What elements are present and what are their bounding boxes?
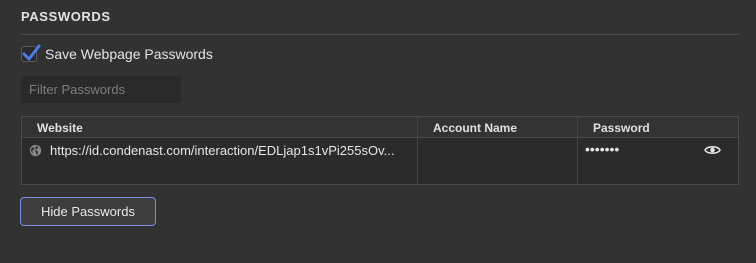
passwords-table: Website Account Name Password https://id… [21,116,739,185]
table-header: Website Account Name Password [22,117,738,138]
hide-passwords-button[interactable]: Hide Passwords [20,197,156,226]
globe-icon [29,144,42,157]
masked-password[interactable]: ••••••• [585,141,619,157]
column-header-account-name[interactable]: Account Name [433,121,517,135]
column-header-website[interactable]: Website [37,121,83,135]
eye-icon[interactable] [704,144,721,156]
table-row[interactable]: https://id.condenast.com/interaction/EDL… [22,138,738,164]
save-passwords-label: Save Webpage Passwords [45,46,213,62]
section-divider [21,34,739,35]
website-url[interactable]: https://id.condenast.com/interaction/EDL… [50,143,416,158]
column-header-password[interactable]: Password [593,121,650,135]
filter-passwords-input[interactable] [21,76,181,103]
save-passwords-option[interactable]: Save Webpage Passwords [21,44,213,62]
checkmark-icon [22,44,41,61]
section-title: PASSWORDS [21,9,111,24]
passwords-settings-panel: PASSWORDS Save Webpage Passwords Website… [0,0,756,263]
save-passwords-checkbox[interactable] [21,44,41,62]
